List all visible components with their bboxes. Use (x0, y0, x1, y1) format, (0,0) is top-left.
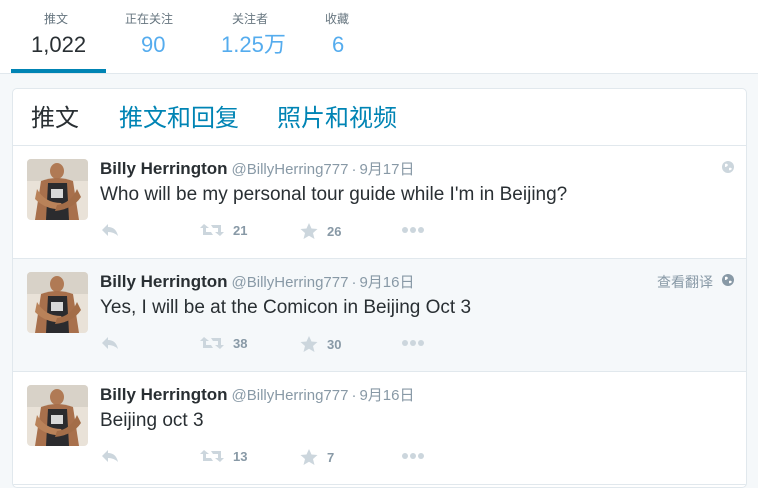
separator-dot: · (351, 161, 357, 178)
globe-icon (721, 160, 735, 179)
tweet-timestamp[interactable]: 9月16日 (359, 274, 414, 291)
star-icon (300, 449, 318, 465)
tab-tweets-and-replies[interactable]: 推文和回复 (119, 103, 239, 133)
separator-dot: · (351, 387, 357, 404)
tweet-actions: 13 7 (100, 448, 460, 468)
favorite-button[interactable]: 30 (299, 335, 341, 353)
stat-favorites-value: 6 (332, 32, 345, 57)
tweet-actions: 21 26 (100, 222, 460, 242)
reply-button[interactable] (100, 335, 120, 351)
stat-tweets-value: 1,022 (31, 32, 87, 57)
tweet-item[interactable]: Billy Herrington @BillyHerring777 · 9月17日 W… (13, 146, 746, 259)
favorite-button[interactable]: 26 (299, 222, 341, 240)
globe-icon (721, 273, 735, 292)
favorite-count: 7 (327, 449, 335, 465)
more-icon (402, 227, 424, 233)
author-handle[interactable]: @BillyHerring777 (232, 387, 349, 404)
tweet-header: Billy Herrington @BillyHerring777 · 9月17日 (100, 158, 415, 178)
retweet-button[interactable]: 21 (199, 222, 247, 238)
reply-icon (102, 450, 118, 462)
tweet-item[interactable]: Billy Herrington @BillyHerring777 · 9月16日 查… (13, 259, 746, 372)
author-name[interactable]: Billy Herrington (100, 272, 228, 291)
star-icon (300, 336, 318, 352)
favorite-button[interactable]: 7 (299, 448, 334, 466)
active-stat-indicator (11, 69, 106, 73)
avatar[interactable] (27, 159, 88, 220)
tab-photos-and-videos[interactable]: 照片和视频 (277, 103, 397, 133)
author-name[interactable]: Billy Herrington (100, 159, 228, 178)
tweet-text: Beijing oct 3 (100, 410, 204, 431)
tweet-header: Billy Herrington @BillyHerring777 · 9月16日 (100, 271, 415, 291)
stat-favorites-label: 收藏 (325, 12, 350, 26)
avatar[interactable] (27, 385, 88, 446)
tweet-item[interactable]: Billy Herrington @BillyHerring777 · 9月16日 B… (13, 372, 746, 485)
favorite-count: 26 (327, 223, 342, 239)
reply-icon (102, 337, 118, 349)
tab-tweets[interactable]: 推文 (31, 103, 79, 133)
reply-icon (102, 224, 118, 236)
retweet-count: 13 (233, 448, 248, 464)
author-handle[interactable]: @BillyHerring777 (232, 161, 349, 178)
reply-button[interactable] (100, 448, 120, 464)
stat-tweets-label: 推文 (44, 12, 69, 26)
tweet-timestamp[interactable]: 9月17日 (359, 161, 414, 178)
stat-following-label: 正在关注 (125, 12, 174, 26)
timeline-tabs: 推文 推文和回复 照片和视频 (13, 89, 746, 146)
retweet-icon (200, 450, 224, 462)
author-handle[interactable]: @BillyHerring777 (232, 274, 349, 291)
retweet-button[interactable]: 13 (199, 448, 247, 464)
timeline-panel: 推文 推文和回复 照片和视频 Billy Herrington @BillyHer… (12, 88, 747, 488)
retweet-icon (200, 224, 224, 236)
more-icon (402, 453, 424, 459)
more-icon (402, 340, 424, 346)
separator-dot: · (351, 274, 357, 291)
retweet-count: 21 (233, 222, 248, 238)
stat-followers[interactable]: 关注者 1.25万 (221, 12, 286, 60)
stat-followers-label: 关注者 (232, 12, 269, 26)
reply-button[interactable] (100, 222, 120, 238)
tweet-text: Who will be my personal tour guide while… (100, 184, 568, 205)
tweet-header: Billy Herrington @BillyHerring777 · 9月16日 (100, 384, 415, 404)
stat-favorites[interactable]: 收藏 6 (325, 12, 349, 60)
stat-following[interactable]: 正在关注 90 (125, 12, 173, 60)
stat-following-value: 90 (141, 32, 166, 57)
avatar[interactable] (27, 272, 88, 333)
more-button[interactable] (401, 226, 425, 234)
more-button[interactable] (401, 452, 425, 460)
profile-stats-bar: 推文 1,022 正在关注 90 关注者 1.25万 收藏 6 (0, 0, 758, 74)
tweet-actions: 38 30 (100, 335, 460, 355)
stat-tweets[interactable]: 推文 1,022 (31, 12, 86, 60)
retweet-icon (200, 337, 224, 349)
stat-followers-value: 1.25万 (221, 32, 286, 57)
retweet-count: 38 (233, 335, 248, 351)
star-icon (300, 223, 318, 239)
view-translation-link[interactable]: 查看翻译 (657, 272, 713, 292)
tweet-timestamp[interactable]: 9月16日 (359, 387, 414, 404)
author-name[interactable]: Billy Herrington (100, 385, 228, 404)
more-button[interactable] (401, 339, 425, 347)
retweet-button[interactable]: 38 (199, 335, 247, 351)
favorite-count: 30 (327, 336, 342, 352)
tweet-text: Yes, I will be at the Comicon in Beijing… (100, 297, 472, 318)
